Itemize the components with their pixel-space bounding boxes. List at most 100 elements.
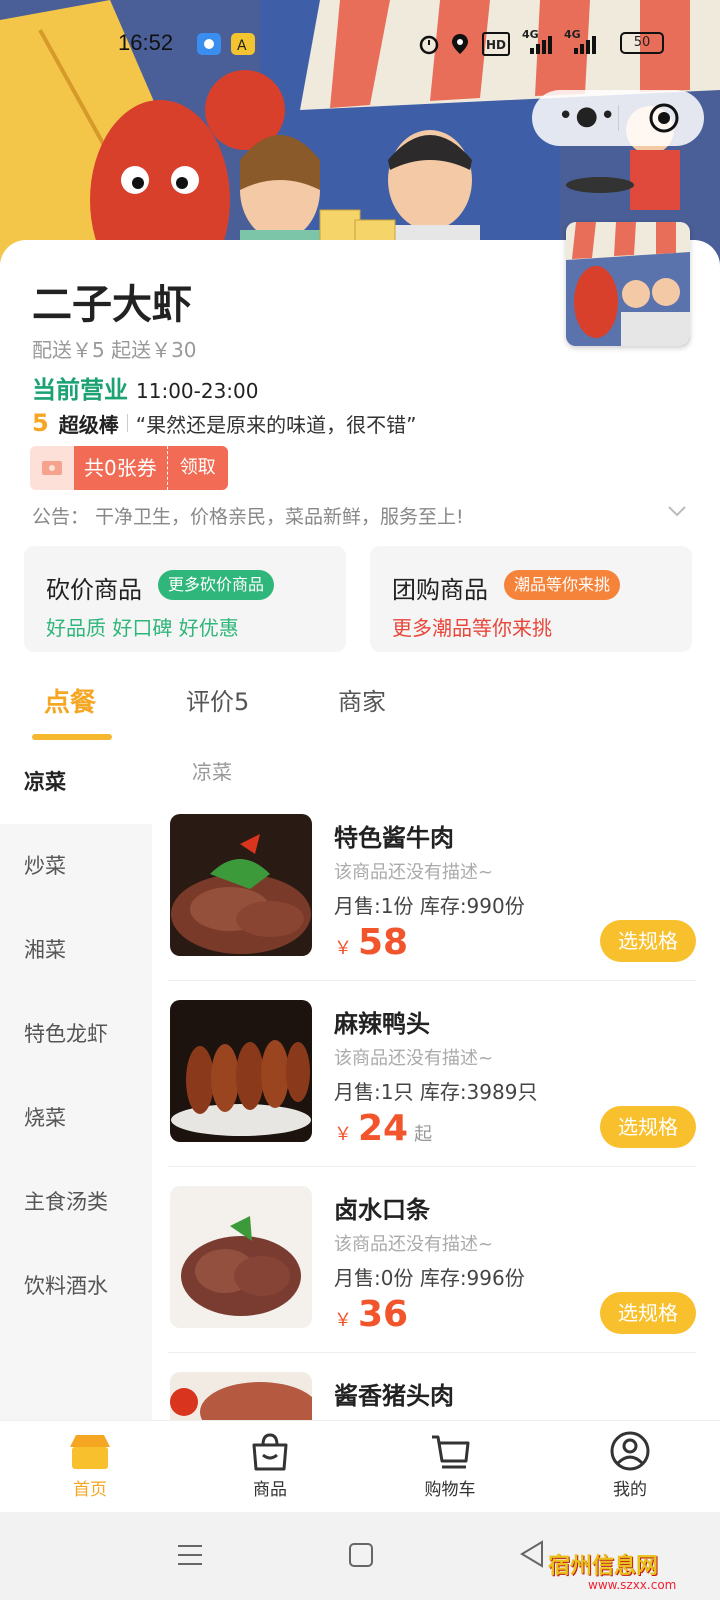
divider bbox=[168, 1352, 696, 1353]
shop-logo-image bbox=[566, 222, 690, 346]
dish-name: 麻辣鸭头 bbox=[334, 1010, 430, 1038]
signal-icon-2 bbox=[574, 36, 596, 54]
dish-image bbox=[170, 814, 312, 956]
app-notification-icon-2: A bbox=[231, 33, 255, 55]
tab-merchant[interactable]: 商家 bbox=[338, 682, 386, 717]
coupon-ticket-icon bbox=[30, 446, 74, 490]
watermark-logo: 宿州信息网 bbox=[548, 1553, 659, 1579]
promo-title: 砍价商品 bbox=[46, 576, 142, 604]
app-notification-icon bbox=[197, 33, 221, 55]
miniprogram-capsule: •●• bbox=[532, 90, 704, 146]
group-buy-card[interactable]: 团购商品 潮品等你来挑 更多潮品等你来挑 bbox=[370, 546, 692, 652]
close-target-icon[interactable] bbox=[648, 102, 680, 134]
dish-name: 酱香猪头肉 bbox=[334, 1382, 454, 1410]
category-item[interactable]: 炒菜 bbox=[0, 824, 152, 908]
category-item[interactable]: 湘菜 bbox=[0, 908, 152, 992]
tab-reviews[interactable]: 评价5 bbox=[186, 682, 249, 717]
dish-price: ￥ 58 bbox=[334, 922, 408, 963]
back-triangle-icon[interactable] bbox=[520, 1540, 544, 1568]
watermark-url: www.szxx.com bbox=[588, 1578, 677, 1592]
nav-label: 我的 bbox=[613, 1480, 647, 1500]
rating-divider bbox=[126, 414, 128, 432]
dish-image bbox=[170, 1000, 312, 1142]
dish-sales: 月售:0份 库存:996份 bbox=[334, 1266, 525, 1290]
dish-item[interactable]: 特色酱牛肉 该商品还没有描述~ 月售:1份 库存:990份 ￥ 58 选规格 bbox=[168, 814, 696, 1000]
dish-item[interactable]: 卤水口条 该商品还没有描述~ 月售:0份 库存:996份 ￥ 36 选规格 bbox=[168, 1186, 696, 1372]
open-hours: 11:00-23:00 bbox=[136, 379, 259, 403]
capsule-divider bbox=[618, 105, 619, 131]
coupon-count: 共0张券 bbox=[74, 446, 167, 490]
currency-symbol: ￥ bbox=[334, 938, 352, 959]
currency-symbol: ￥ bbox=[334, 1310, 352, 1331]
home-square-icon[interactable] bbox=[348, 1542, 374, 1568]
home-store-icon bbox=[70, 1435, 110, 1469]
claim-coupon-button[interactable]: 领取 bbox=[166, 446, 228, 490]
dish-name: 卤水口条 bbox=[334, 1196, 430, 1224]
chevron-down-icon[interactable] bbox=[666, 500, 688, 522]
price-suffix: 起 bbox=[414, 1124, 433, 1145]
rating-score: 5 bbox=[32, 409, 49, 437]
more-menu-icon[interactable]: •●• bbox=[558, 103, 617, 129]
nav-label: 购物车 bbox=[424, 1480, 476, 1500]
price-amount: 36 bbox=[358, 1294, 409, 1335]
nav-label: 商品 bbox=[253, 1480, 287, 1500]
promo-title: 团购商品 bbox=[392, 576, 488, 604]
category-item[interactable]: 凉菜 bbox=[0, 740, 152, 824]
currency-symbol: ￥ bbox=[334, 1124, 352, 1145]
signal-icon bbox=[530, 36, 552, 54]
divider bbox=[168, 980, 696, 981]
promo-badge: 更多砍价商品 bbox=[158, 570, 275, 600]
category-item[interactable]: 特色龙虾 bbox=[0, 992, 152, 1076]
rating-row[interactable]: 5 超级棒 “果然还是原来的味道，很不错” bbox=[32, 408, 416, 438]
divider bbox=[168, 1166, 696, 1167]
coupon-bar[interactable]: 共0张券 领取 bbox=[30, 446, 228, 490]
nav-goods[interactable]: 商品 bbox=[220, 1431, 320, 1500]
category-sidebar: 凉菜 炒菜 湘菜 特色龙虾 烧菜 主食汤类 饮料酒水 bbox=[0, 740, 152, 1420]
nav-profile[interactable]: 我的 bbox=[580, 1431, 680, 1500]
status-time: 16:52 bbox=[118, 30, 174, 55]
status-bar: 16:52 A HD 4G 4G 50 bbox=[0, 28, 720, 64]
shop-logo bbox=[566, 222, 690, 346]
bag-icon bbox=[252, 1433, 288, 1471]
rating-tag: 超级棒 bbox=[58, 412, 119, 437]
dish-item[interactable]: 麻辣鸭头 该商品还没有描述~ 月售:1只 库存:3989只 ￥ 24 起 选规格 bbox=[168, 1000, 696, 1186]
dish-price: ￥ 24 起 bbox=[334, 1108, 432, 1149]
open-label: 当前营业 bbox=[32, 376, 128, 404]
dish-sales: 月售:1只 库存:3989只 bbox=[334, 1080, 538, 1104]
dish-item[interactable]: 酱香猪头肉 bbox=[168, 1372, 696, 1420]
battery-level: 50 bbox=[633, 35, 651, 50]
delivery-fee: 配送￥5 起送￥30 bbox=[32, 338, 197, 362]
dish-description: 该商品还没有描述~ bbox=[334, 1048, 494, 1069]
select-spec-button[interactable]: 选规格 bbox=[600, 920, 696, 962]
category-item[interactable]: 烧菜 bbox=[0, 1076, 152, 1160]
nav-label: 首页 bbox=[73, 1480, 107, 1500]
promo-subtitle: 更多潮品等你来挑 bbox=[392, 616, 552, 640]
menu-icon[interactable] bbox=[176, 1542, 204, 1568]
select-spec-button[interactable]: 选规格 bbox=[600, 1292, 696, 1334]
shop-name: 二子大虾 bbox=[32, 282, 192, 328]
price-amount: 58 bbox=[358, 922, 409, 963]
dish-image bbox=[170, 1186, 312, 1328]
dish-sales: 月售:1份 库存:990份 bbox=[334, 894, 525, 918]
nav-cart[interactable]: 购物车 bbox=[400, 1431, 500, 1500]
category-item[interactable]: 饮料酒水 bbox=[0, 1244, 152, 1328]
dish-price: ￥ 36 bbox=[334, 1294, 408, 1335]
price-amount: 24 bbox=[358, 1108, 409, 1149]
select-spec-button[interactable]: 选规格 bbox=[600, 1106, 696, 1148]
tab-order[interactable]: 点餐 bbox=[44, 682, 96, 719]
promo-badge: 潮品等你来挑 bbox=[504, 570, 621, 600]
cart-icon bbox=[432, 1435, 470, 1469]
promo-subtitle: 好品质 好口碑 好优惠 bbox=[46, 616, 239, 640]
dish-description: 该商品还没有描述~ bbox=[334, 1234, 494, 1255]
category-item[interactable]: 主食汤类 bbox=[0, 1160, 152, 1244]
bottom-tab-bar: 首页 商品 购物车 我的 bbox=[0, 1420, 720, 1512]
hd-icon: HD bbox=[482, 32, 511, 56]
section-title: 凉菜 bbox=[192, 760, 232, 784]
svg-text:A: A bbox=[237, 38, 247, 54]
dish-name: 特色酱牛肉 bbox=[334, 824, 454, 852]
nav-home[interactable]: 首页 bbox=[40, 1431, 140, 1500]
battery-icon: 50 bbox=[620, 32, 664, 54]
bargain-goods-card[interactable]: 砍价商品 更多砍价商品 好品质 好口碑 好优惠 bbox=[24, 546, 346, 652]
open-status: 当前营业 11:00-23:00 bbox=[32, 370, 259, 404]
profile-icon bbox=[610, 1431, 650, 1471]
